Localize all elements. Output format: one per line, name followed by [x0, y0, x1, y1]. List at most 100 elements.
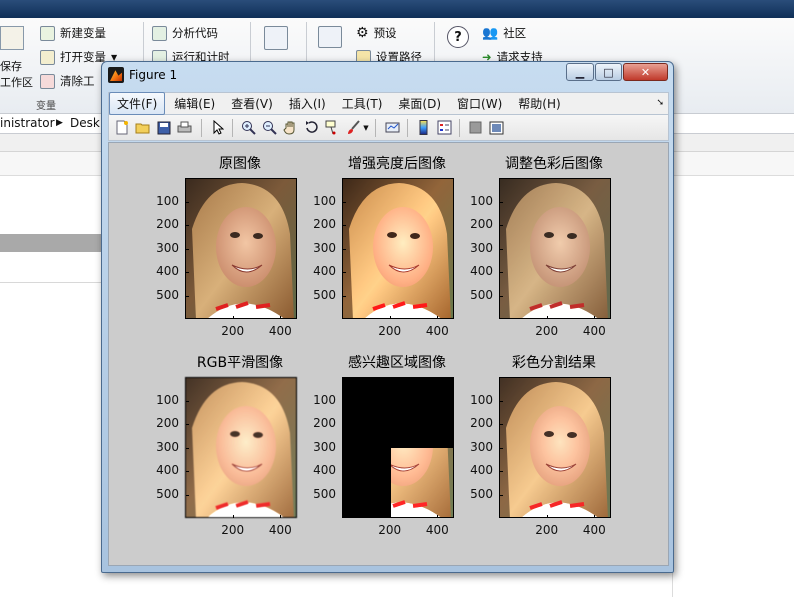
- show-plot-tools-icon[interactable]: [488, 119, 505, 136]
- y-tick-mark: [500, 201, 503, 203]
- menu-help[interactable]: 帮助(H): [511, 93, 567, 114]
- x-tick-mark: [232, 316, 234, 319]
- y-tick-mark: [500, 494, 503, 496]
- open-file-icon[interactable]: [134, 119, 151, 136]
- panel-splitter[interactable]: [0, 234, 104, 252]
- toolbar-separator: [375, 119, 376, 137]
- y-tick-label: 500: [470, 287, 493, 302]
- new-variable-button[interactable]: 新建变量: [40, 25, 106, 41]
- path-segment[interactable]: Desk: [70, 116, 100, 130]
- save-workspace-label-2[interactable]: 工作区: [0, 74, 33, 90]
- x-tick-label: 400: [582, 523, 606, 537]
- checkmark-icon: [152, 25, 167, 41]
- zoom-in-icon[interactable]: [240, 119, 257, 136]
- x-tick-label: 200: [221, 523, 245, 537]
- y-tick-label: 500: [313, 287, 336, 302]
- y-tick-label: 200: [470, 416, 493, 430]
- menu-edit[interactable]: 编辑(E): [167, 93, 222, 114]
- hide-plot-tools-icon[interactable]: [467, 119, 484, 136]
- help-icon[interactable]: ?: [447, 26, 469, 48]
- clear-workspace-button[interactable]: 清除工: [40, 73, 95, 89]
- y-tick-label: 400: [313, 264, 336, 278]
- minimize-button[interactable]: ▁: [566, 63, 594, 81]
- image-axes[interactable]: [499, 377, 611, 518]
- subplot-color[interactable]: 调整色彩后图像 100 200 300 400 500 200 400: [423, 143, 611, 343]
- y-tick-mark: [186, 400, 189, 402]
- y-tick-label: 500: [156, 486, 179, 501]
- subplot-title: 调整色彩后图像: [505, 156, 603, 172]
- maximize-button[interactable]: □: [595, 63, 622, 81]
- preferences-button[interactable]: ⚙ 预设: [356, 25, 397, 41]
- y-tick-mark: [343, 471, 346, 472]
- matlab-title-bar: [0, 0, 794, 18]
- x-tick-mark: [594, 515, 596, 518]
- x-tick-label: 200: [378, 523, 402, 537]
- brush-icon[interactable]: [345, 119, 362, 136]
- link-plot-icon[interactable]: [384, 119, 401, 136]
- people-icon: 👥: [482, 25, 499, 41]
- pan-hand-icon[interactable]: [282, 119, 299, 136]
- face-image: [500, 378, 610, 517]
- y-tick-mark: [186, 447, 189, 449]
- menu-file[interactable]: 文件(F): [109, 92, 166, 115]
- zoom-out-icon[interactable]: [261, 119, 278, 136]
- menu-view[interactable]: 查看(V): [224, 93, 280, 114]
- variable-section-label: 变量: [36, 101, 56, 112]
- y-tick-label: 500: [313, 486, 336, 501]
- save-workspace-icon[interactable]: [0, 26, 24, 50]
- menu-overflow-icon[interactable]: ➘: [656, 98, 664, 108]
- y-tick-label: 400: [470, 463, 493, 477]
- print-icon[interactable]: [176, 119, 193, 136]
- eraser-icon: [40, 73, 55, 89]
- menu-desktop[interactable]: 桌面(D): [391, 93, 448, 114]
- brush-dropdown-icon[interactable]: ▼: [362, 119, 370, 136]
- subplot-title: 彩色分割结果: [512, 355, 596, 371]
- x-tick-mark: [546, 515, 548, 518]
- simulink-icon[interactable]: [264, 26, 288, 50]
- y-tick-mark: [343, 424, 346, 425]
- y-tick-label: 400: [313, 463, 336, 477]
- minimize-icon: ▁: [575, 65, 585, 79]
- path-segment[interactable]: inistrator: [0, 116, 55, 130]
- legend-icon[interactable]: [436, 119, 453, 136]
- figure-canvas[interactable]: 原图像 100200300400500200400 增强亮度后图像: [108, 142, 669, 566]
- y-tick-mark: [500, 447, 503, 449]
- layout-icon[interactable]: [318, 26, 342, 48]
- figure-title-bar[interactable]: Figure 1 ▁ □ ✕: [102, 62, 673, 88]
- toolbar-separator: [459, 119, 460, 137]
- y-tick-mark: [186, 248, 189, 250]
- menu-tools[interactable]: 工具(T): [335, 93, 390, 114]
- y-tick-label: 100: [156, 392, 179, 407]
- figure-toolbar: ▼: [108, 115, 669, 141]
- y-tick-mark: [500, 248, 503, 250]
- data-cursor-icon[interactable]: [324, 119, 341, 136]
- menu-window[interactable]: 窗口(W): [450, 93, 509, 114]
- close-button[interactable]: ✕: [623, 63, 668, 81]
- y-tick-label: 400: [156, 463, 179, 477]
- x-tick-mark: [389, 316, 391, 319]
- y-tick-mark: [343, 225, 346, 226]
- y-tick-mark: [500, 424, 503, 425]
- save-icon[interactable]: [155, 119, 172, 136]
- y-tick-label: 200: [313, 416, 336, 430]
- rotate-3d-icon[interactable]: [303, 119, 320, 136]
- figure-window[interactable]: Figure 1 ▁ □ ✕ 文件(F) 编辑(E) 查看(V) 插入(I) 工…: [101, 61, 674, 573]
- subplot-segmented[interactable]: 彩色分割结果 100 200 300 400 500 200 400: [423, 342, 611, 542]
- x-tick-label: 200: [221, 324, 245, 338]
- menu-insert[interactable]: 插入(I): [282, 93, 333, 114]
- x-tick-label: 200: [378, 324, 402, 338]
- new-figure-icon[interactable]: [113, 119, 130, 136]
- panel-divider: [0, 282, 104, 283]
- y-tick-label: 300: [470, 240, 493, 255]
- save-workspace-label-1[interactable]: 保存: [0, 58, 22, 74]
- gear-icon: ⚙: [356, 25, 369, 41]
- select-pointer-icon[interactable]: [209, 119, 226, 136]
- colorbar-icon[interactable]: [415, 119, 432, 136]
- y-tick-label: 400: [156, 264, 179, 278]
- y-tick-label: 100: [470, 392, 493, 407]
- image-axes[interactable]: [499, 178, 611, 319]
- y-tick-mark: [343, 295, 346, 297]
- analyze-code-button[interactable]: 分析代码: [152, 25, 218, 41]
- figure-menubar: 文件(F) 编辑(E) 查看(V) 插入(I) 工具(T) 桌面(D) 窗口(W…: [108, 92, 669, 115]
- community-button[interactable]: 👥 社区: [482, 25, 526, 41]
